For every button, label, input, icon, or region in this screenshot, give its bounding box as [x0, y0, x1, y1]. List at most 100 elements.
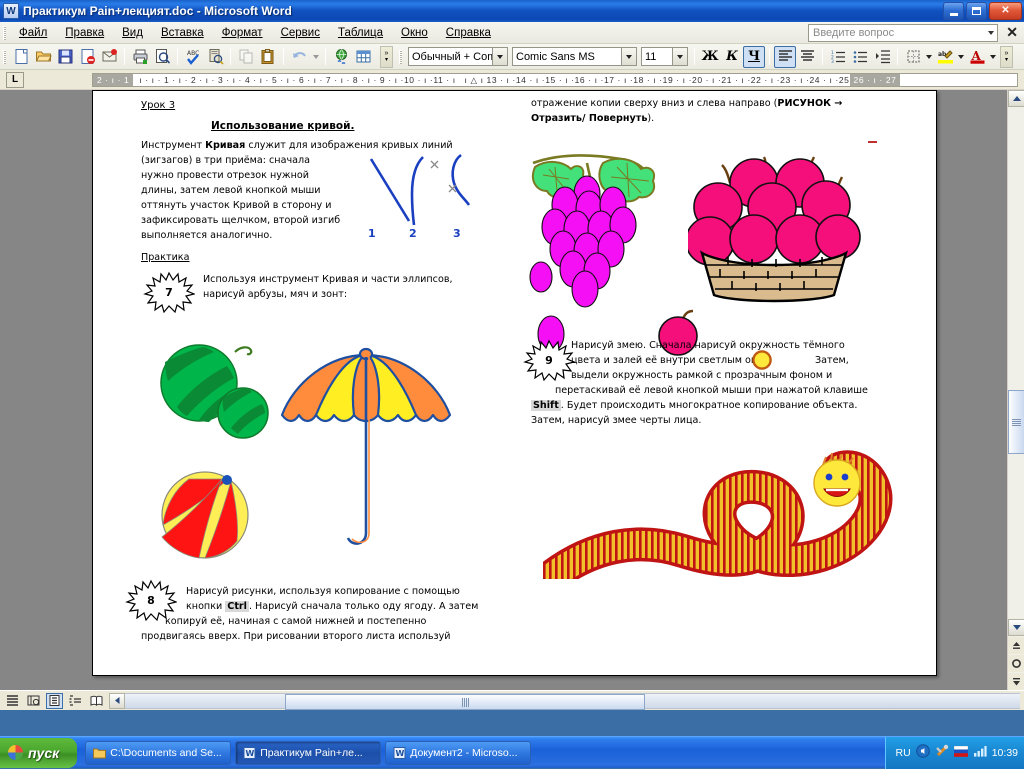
select-browse-object-button[interactable]: [1008, 655, 1024, 672]
menu-edit[interactable]: Правка: [56, 25, 113, 41]
chevron-down-icon[interactable]: [988, 31, 994, 35]
menu-table[interactable]: Таблица: [329, 25, 392, 41]
print-layout-view-icon[interactable]: [46, 692, 63, 709]
bulleted-list-icon[interactable]: [849, 46, 871, 68]
increase-indent-icon[interactable]: [871, 46, 893, 68]
document-content: Урок 3 Использование кривой. Инструмент …: [93, 91, 936, 675]
menu-format[interactable]: Формат: [213, 25, 272, 41]
align-center-icon[interactable]: [796, 46, 818, 68]
align-left-icon[interactable]: [774, 45, 796, 68]
ruler-scale[interactable]: 2 · ı · 1 ı · ı · 1 · ı · 2 · ı · 3 · ı …: [92, 73, 1018, 87]
web-layout-view-icon[interactable]: [25, 693, 42, 709]
volume-icon[interactable]: [915, 744, 930, 761]
taskbar-item-word-document2[interactable]: W Документ2 - Microso...: [385, 740, 532, 765]
numbered-list-icon[interactable]: 123: [827, 46, 849, 68]
worm-snake-illustration: [543, 450, 893, 579]
undo-dropdown-icon[interactable]: [310, 46, 321, 68]
spelling-check-icon[interactable]: ABC: [182, 46, 204, 68]
apple-basket-illustration: [688, 156, 861, 303]
menu-file[interactable]: Файл: [10, 25, 56, 41]
section-title: Использование кривой.: [211, 120, 355, 132]
start-button[interactable]: пуск: [0, 737, 78, 768]
highlight-dropdown-icon[interactable]: [956, 46, 966, 68]
formatting-toolbar-grip[interactable]: [399, 49, 402, 64]
insert-hyperlink-icon[interactable]: [330, 46, 352, 68]
italic-button[interactable]: К: [721, 46, 743, 68]
font-size-value: 11: [645, 50, 657, 63]
scroll-left-button[interactable]: [109, 692, 125, 709]
style-combo[interactable]: Обычный + Com: [408, 47, 508, 66]
open-folder-icon[interactable]: [32, 46, 54, 68]
bold-button[interactable]: Ж: [699, 46, 721, 68]
vertical-scroll-thumb[interactable]: [1008, 390, 1024, 454]
restore-button[interactable]: [966, 2, 987, 20]
copy-icon[interactable]: [235, 46, 257, 68]
menu-grip[interactable]: [3, 25, 6, 40]
menu-help[interactable]: Справка: [437, 25, 500, 41]
menu-window[interactable]: Окно: [392, 25, 437, 41]
mail-recipient-icon[interactable]: [76, 46, 98, 68]
borders-icon[interactable]: [902, 46, 924, 68]
borders-dropdown-icon[interactable]: [924, 46, 934, 68]
font-combo-arrow[interactable]: [621, 48, 636, 65]
research-icon[interactable]: [204, 46, 226, 68]
formatting-toolbar-options-icon[interactable]: » ▾: [1000, 45, 1013, 68]
toolbar-separator: [283, 48, 284, 65]
language-indicator[interactable]: RU: [896, 747, 911, 759]
vertical-scrollbar[interactable]: [1007, 90, 1024, 690]
font-color-icon[interactable]: A: [966, 46, 988, 68]
insert-table-icon[interactable]: [352, 46, 374, 68]
horizontal-scrollbar[interactable]: [109, 692, 1020, 710]
grapes-illustration: [529, 154, 655, 308]
outline-view-icon[interactable]: [67, 693, 84, 709]
menu-view[interactable]: Вид: [113, 25, 152, 41]
horizontal-scroll-thumb[interactable]: [285, 693, 645, 710]
style-combo-arrow[interactable]: [492, 48, 507, 65]
standard-toolbar-grip[interactable]: [3, 49, 6, 64]
font-color-dropdown-icon[interactable]: [988, 46, 998, 68]
minimize-button[interactable]: [943, 2, 964, 20]
close-button[interactable]: ✕: [989, 2, 1022, 20]
practice-heading: Практика: [141, 252, 190, 263]
right-top-line2-rest: ).: [647, 113, 655, 124]
close-document-button[interactable]: ✕: [1006, 25, 1018, 39]
flag-icon[interactable]: [953, 745, 968, 760]
previous-page-button[interactable]: [1008, 637, 1024, 654]
window-controls: ✕: [943, 2, 1022, 20]
toolbar-separator: [124, 48, 125, 65]
taskbar-item-explorer[interactable]: C:\Documents and Se...: [85, 740, 232, 765]
scroll-up-button[interactable]: [1008, 90, 1024, 107]
svg-text:W: W: [395, 749, 404, 758]
print-icon[interactable]: [129, 46, 151, 68]
signal-icon[interactable]: [973, 745, 987, 760]
reading-layout-icon[interactable]: [88, 693, 105, 709]
undo-icon[interactable]: [288, 46, 310, 68]
taskbar-item-word-praktikum[interactable]: W Практикум Pain+ле...: [235, 740, 382, 765]
ask-a-question-input[interactable]: Введите вопрос: [808, 24, 998, 42]
font-size-arrow[interactable]: [672, 48, 687, 65]
save-icon[interactable]: [54, 46, 76, 68]
task-9-line-5: Shift. Будет происходить многократное ко…: [531, 399, 857, 413]
normal-view-icon[interactable]: [4, 693, 21, 709]
toolbar-options-icon[interactable]: » ▾: [380, 45, 393, 68]
menu-tools[interactable]: Сервис: [272, 25, 329, 41]
document-page[interactable]: Урок 3 Использование кривой. Инструмент …: [92, 90, 937, 676]
paste-icon[interactable]: [257, 46, 279, 68]
network-icon[interactable]: [935, 744, 949, 761]
font-combo[interactable]: Comic Sans MS: [512, 47, 637, 66]
highlight-icon[interactable]: ab: [934, 46, 956, 68]
tab-selector-button[interactable]: L: [6, 71, 24, 88]
horizontal-scroll-track[interactable]: [125, 692, 1020, 710]
next-page-button[interactable]: [1008, 673, 1024, 690]
print-preview-mail-icon[interactable]: [98, 46, 120, 68]
preview-icon[interactable]: [151, 46, 173, 68]
underline-button[interactable]: Ч: [743, 45, 765, 68]
clock[interactable]: 10:39: [992, 747, 1018, 759]
horizontal-ruler[interactable]: L 2 · ı · 1 ı · ı · 1 · ı · 2 · ı · 3 · …: [0, 70, 1024, 90]
font-size-combo[interactable]: 11: [641, 47, 688, 66]
toolbar-separator: [694, 48, 695, 65]
new-document-icon[interactable]: [10, 46, 32, 68]
scroll-down-button[interactable]: [1008, 619, 1024, 636]
system-tray: RU 10:39: [884, 736, 1024, 769]
menu-insert[interactable]: Вставка: [152, 25, 213, 41]
